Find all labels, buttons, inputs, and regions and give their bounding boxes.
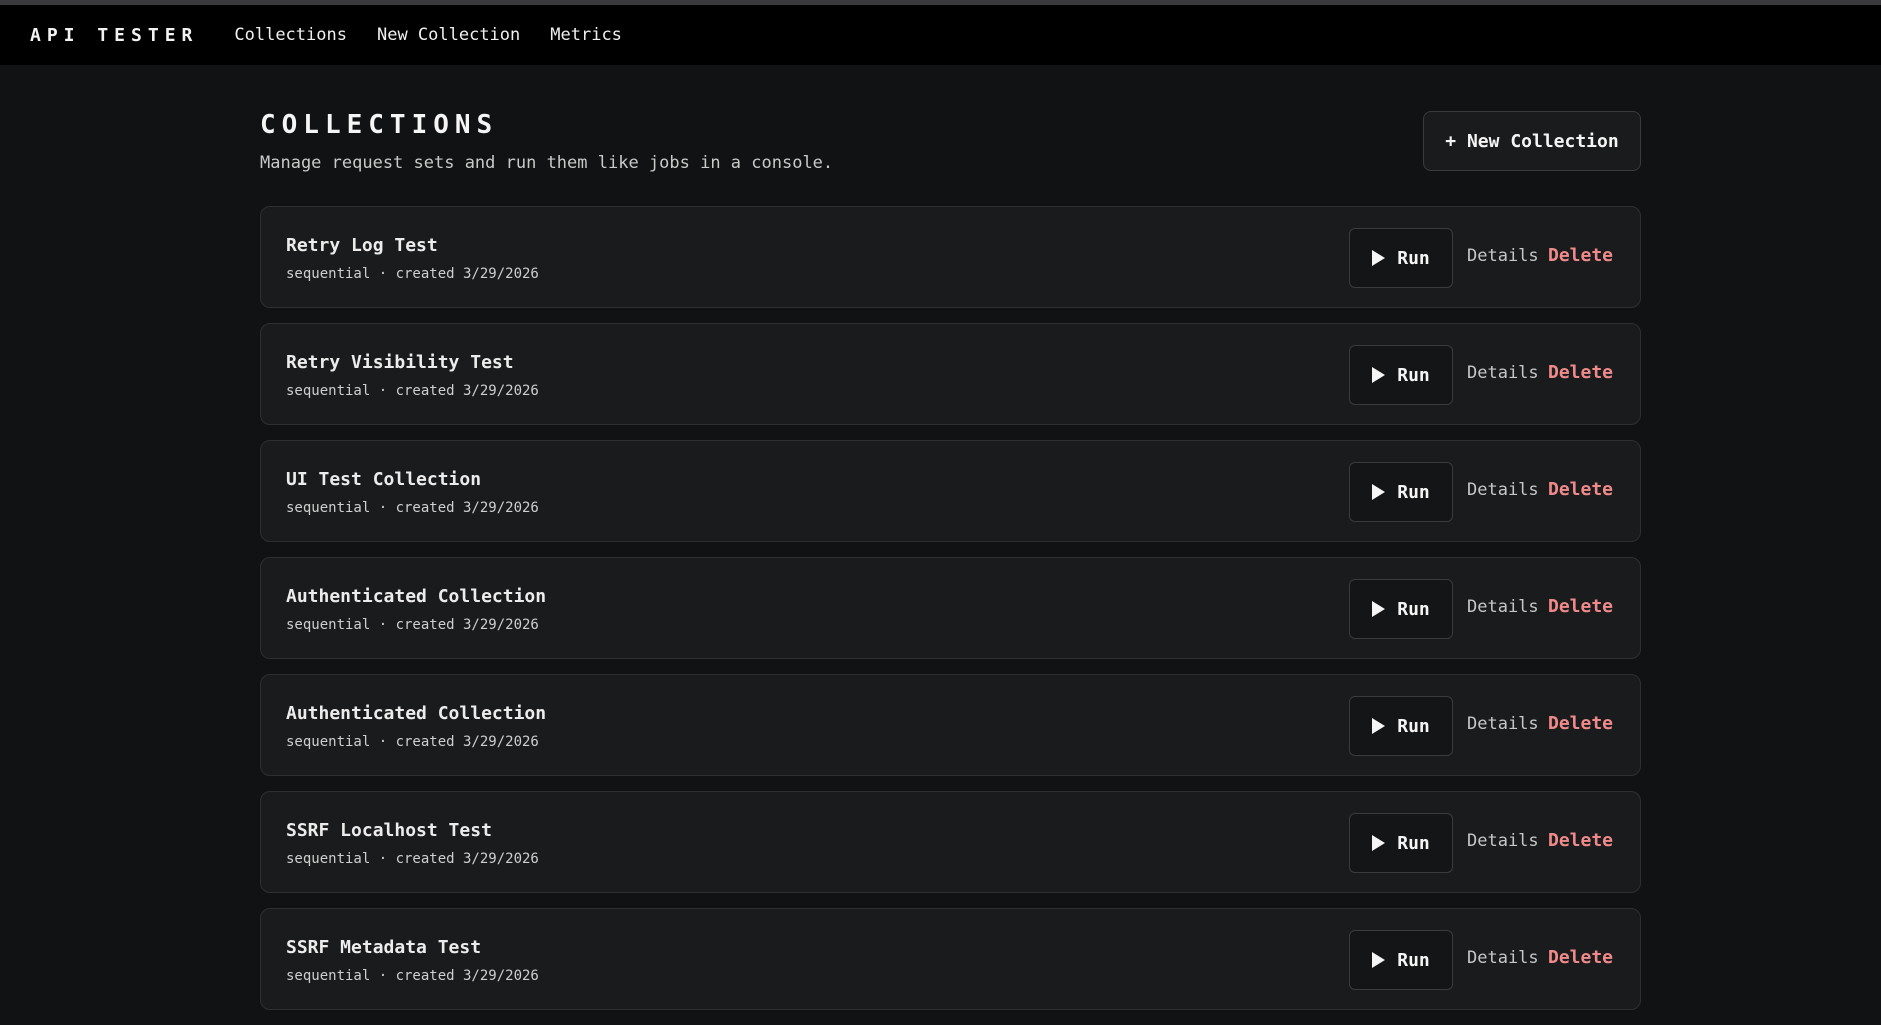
- run-button[interactable]: Run: [1349, 930, 1453, 990]
- collection-meta: sequential · created 3/29/2026: [286, 266, 539, 282]
- run-button[interactable]: Run: [1349, 462, 1453, 522]
- run-button[interactable]: Run: [1349, 696, 1453, 756]
- details-link[interactable]: Details: [1467, 948, 1539, 968]
- delete-link[interactable]: Delete: [1548, 713, 1613, 734]
- collection-card: Retry Log Test sequential · created 3/29…: [260, 206, 1641, 308]
- collection-name: Authenticated Collection: [286, 586, 547, 607]
- nav-collections[interactable]: Collections: [234, 25, 347, 45]
- collection-meta: sequential · created 3/29/2026: [286, 617, 539, 633]
- play-icon: [1372, 367, 1386, 383]
- run-label: Run: [1397, 949, 1430, 971]
- collection-name: UI Test Collection: [286, 469, 482, 490]
- collection-meta: sequential · created 3/29/2026: [286, 500, 539, 516]
- main-content: COLLECTIONS Manage request sets and run …: [260, 65, 1641, 1010]
- run-label: Run: [1397, 364, 1430, 386]
- run-label: Run: [1397, 598, 1430, 620]
- nav-new-collection[interactable]: New Collection: [377, 25, 520, 45]
- details-link[interactable]: Details: [1467, 363, 1539, 383]
- play-icon: [1372, 718, 1386, 734]
- brand-logo[interactable]: API TESTER: [30, 25, 198, 46]
- collection-card: SSRF Localhost Test sequential · created…: [260, 791, 1641, 893]
- run-label: Run: [1397, 481, 1430, 503]
- details-link[interactable]: Details: [1467, 480, 1539, 500]
- delete-link[interactable]: Delete: [1548, 830, 1613, 851]
- delete-link[interactable]: Delete: [1548, 596, 1613, 617]
- details-link[interactable]: Details: [1467, 597, 1539, 617]
- page-subtitle: Manage request sets and run them like jo…: [260, 153, 834, 173]
- run-button[interactable]: Run: [1349, 813, 1453, 873]
- play-icon: [1372, 601, 1386, 617]
- collection-card: Retry Visibility Test sequential · creat…: [260, 323, 1641, 425]
- top-navbar: API TESTER Collections New Collection Me…: [0, 0, 1881, 65]
- collection-card: Authenticated Collection sequential · cr…: [260, 674, 1641, 776]
- collection-name: SSRF Localhost Test: [286, 820, 492, 841]
- run-label: Run: [1397, 715, 1430, 737]
- run-button[interactable]: Run: [1349, 345, 1453, 405]
- play-icon: [1372, 835, 1386, 851]
- delete-link[interactable]: Delete: [1548, 947, 1613, 968]
- collection-meta: sequential · created 3/29/2026: [286, 968, 539, 984]
- run-label: Run: [1397, 247, 1430, 269]
- collection-name: Retry Visibility Test: [286, 352, 514, 373]
- collection-meta: sequential · created 3/29/2026: [286, 851, 539, 867]
- collection-card: UI Test Collection sequential · created …: [260, 440, 1641, 542]
- play-icon: [1372, 250, 1386, 266]
- details-link[interactable]: Details: [1467, 246, 1539, 266]
- run-button[interactable]: Run: [1349, 579, 1453, 639]
- collection-card: Authenticated Collection sequential · cr…: [260, 557, 1641, 659]
- details-link[interactable]: Details: [1467, 714, 1539, 734]
- run-label: Run: [1397, 832, 1430, 854]
- play-icon: [1372, 484, 1386, 500]
- collection-list: Retry Log Test sequential · created 3/29…: [260, 206, 1641, 1025]
- details-link[interactable]: Details: [1467, 831, 1539, 851]
- new-collection-button[interactable]: + New Collection: [1423, 111, 1641, 171]
- page-title: COLLECTIONS: [260, 110, 499, 140]
- run-button[interactable]: Run: [1349, 228, 1453, 288]
- play-icon: [1372, 952, 1386, 968]
- collection-name: SSRF Metadata Test: [286, 937, 482, 958]
- nav-metrics[interactable]: Metrics: [550, 25, 622, 45]
- collection-card: SSRF Metadata Test sequential · created …: [260, 908, 1641, 1010]
- delete-link[interactable]: Delete: [1548, 479, 1613, 500]
- collection-meta: sequential · created 3/29/2026: [286, 383, 539, 399]
- collection-meta: sequential · created 3/29/2026: [286, 734, 539, 750]
- delete-link[interactable]: Delete: [1548, 362, 1613, 383]
- page-header: COLLECTIONS Manage request sets and run …: [260, 65, 1641, 206]
- collection-name: Retry Log Test: [286, 235, 438, 256]
- collection-name: Authenticated Collection: [286, 703, 547, 724]
- delete-link[interactable]: Delete: [1548, 245, 1613, 266]
